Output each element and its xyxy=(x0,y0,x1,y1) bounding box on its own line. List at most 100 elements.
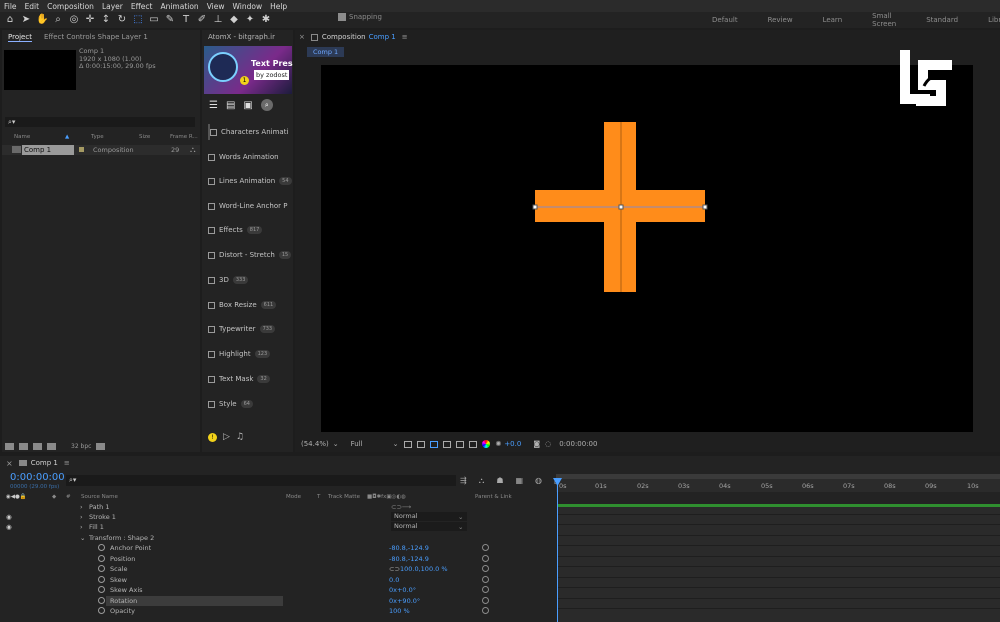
menu-window[interactable]: Window xyxy=(233,2,263,11)
prop-value[interactable]: 0x+0.0° xyxy=(389,586,416,594)
eye-icon[interactable]: ◉ xyxy=(6,513,12,521)
constrain-proportions-icon[interactable]: ⊂⊃ xyxy=(389,565,400,573)
flowchart-icon[interactable]: ⛬ xyxy=(190,145,196,155)
atomx-item-characters[interactable]: Characters Animati xyxy=(208,124,294,140)
view-icon[interactable] xyxy=(456,440,465,448)
project-item-comp1[interactable]: Comp 1 Composition 29 ⛬ xyxy=(2,145,200,155)
atomx-item-text-mask[interactable]: Text Mask 32 xyxy=(208,371,294,387)
snapping-checkbox[interactable] xyxy=(338,13,346,21)
color-channel-icon[interactable] xyxy=(482,440,491,448)
atomx-item-style[interactable]: Style 64 xyxy=(208,396,294,412)
list-icon[interactable]: ▤ xyxy=(226,100,235,111)
stopwatch-icon[interactable] xyxy=(98,607,105,614)
timeline-tab-comp1[interactable]: Comp 1 xyxy=(31,459,58,467)
lock-icon[interactable] xyxy=(310,33,318,41)
atomx-item-box-resize[interactable]: Box Resize 611 xyxy=(208,297,294,313)
blend-mode-dropdown[interactable]: Normal xyxy=(391,522,467,531)
path-link-icon[interactable]: ⊂⊃⟶ xyxy=(391,503,411,511)
composition-viewer[interactable] xyxy=(321,65,973,432)
viewer-canvas[interactable] xyxy=(321,65,973,432)
prop-value[interactable]: 0.0 xyxy=(389,576,399,584)
atomx-item-words[interactable]: Words Animation xyxy=(208,149,294,165)
sliders-icon[interactable]: ☰ xyxy=(209,100,218,111)
alert-icon[interactable]: ! xyxy=(208,432,217,442)
atomx-item-word-line-anchor[interactable]: Word-Line Anchor P xyxy=(208,198,294,214)
zoom-icon[interactable]: ⌕ xyxy=(52,14,64,26)
interpret-footage-icon[interactable] xyxy=(5,442,14,450)
new-comp-icon[interactable] xyxy=(33,442,42,450)
atomx-banner[interactable]: 1 Text Pres by zodost xyxy=(204,46,293,94)
comp-tab-name[interactable]: Comp 1 xyxy=(369,33,396,41)
path-vertex[interactable] xyxy=(618,204,624,210)
path-vertex[interactable] xyxy=(702,204,708,210)
current-time-readout[interactable]: 0:00:00:00 xyxy=(559,440,597,448)
resolution-dropdown[interactable]: Full xyxy=(351,440,363,448)
preview-icon[interactable]: ▣ xyxy=(243,100,252,111)
rotate-icon[interactable]: ↻ xyxy=(116,14,128,26)
expression-pickwhip-icon[interactable] xyxy=(482,576,489,583)
prop-stroke-1[interactable]: › Stroke 1 Normal ⌄ ◉ xyxy=(0,512,556,523)
col-mode[interactable]: Mode xyxy=(286,494,301,500)
atomx-item-typewriter[interactable]: Typewriter 733 xyxy=(208,321,294,337)
close-icon[interactable]: × xyxy=(299,33,305,41)
expand-icon[interactable]: › xyxy=(80,503,83,511)
tab-atomx[interactable]: AtomX - bitgraph.ir xyxy=(208,33,275,41)
menu-edit[interactable]: Edit xyxy=(25,2,40,11)
prop-fill-1[interactable]: › Fill 1 Normal ⌄ ◉ xyxy=(0,522,556,533)
atomx-item-distort[interactable]: Distort - Stretch 15 xyxy=(208,247,294,263)
stopwatch-icon[interactable] xyxy=(98,586,105,593)
col-track-matte[interactable]: Track Matte xyxy=(328,494,360,500)
eraser-icon[interactable]: ◆ xyxy=(228,14,240,26)
expression-pickwhip-icon[interactable] xyxy=(482,555,489,562)
tab-effect-controls[interactable]: Effect Controls Shape Layer 1 xyxy=(44,33,148,41)
chevron-down-icon[interactable]: ⌄ xyxy=(333,440,339,448)
snapshot-icon[interactable]: ◙ xyxy=(533,440,540,448)
show-snapshot-icon[interactable]: ◌ xyxy=(545,440,551,448)
close-icon[interactable]: × xyxy=(6,459,13,468)
expression-pickwhip-icon[interactable] xyxy=(482,607,489,614)
col-frame-rate[interactable]: Frame R... xyxy=(170,134,198,140)
prop-path-1[interactable]: › Path 1 ⊂⊃⟶ xyxy=(0,502,556,513)
workspace-default[interactable]: Default xyxy=(712,16,738,24)
stopwatch-icon[interactable] xyxy=(98,555,105,562)
workspace-small-screen[interactable]: Small Screen xyxy=(872,12,896,28)
play-icon[interactable]: ▷ xyxy=(223,432,230,442)
col-size[interactable]: Size xyxy=(139,134,150,140)
blend-mode-dropdown[interactable]: Normal xyxy=(391,512,467,521)
prop-transform-shape-2[interactable]: ⌄ Transform : Shape 2 xyxy=(0,533,556,544)
sort-icon[interactable]: ▲ xyxy=(65,134,69,140)
motion-blur-icon[interactable]: ◍ xyxy=(535,476,542,486)
col-name[interactable]: Name xyxy=(14,134,30,140)
chevron-down-icon[interactable]: ⌄ xyxy=(393,440,399,448)
stopwatch-icon[interactable] xyxy=(98,597,105,604)
draft-3d-icon[interactable]: ⛬ xyxy=(479,476,485,486)
guides-icon[interactable] xyxy=(443,440,452,448)
project-search-input[interactable]: ⌕▾ xyxy=(5,117,195,127)
text-icon[interactable]: T xyxy=(180,14,192,26)
zoom-dropdown[interactable]: (54.4%) xyxy=(301,440,329,448)
stopwatch-icon[interactable] xyxy=(98,576,105,583)
orbit-icon[interactable]: ◎ xyxy=(68,14,80,26)
expand-icon[interactable]: › xyxy=(80,523,83,531)
eye-icon[interactable]: ◉ xyxy=(6,523,12,531)
exposure-icon[interactable]: ✺ xyxy=(495,440,501,448)
prop-skew-axis[interactable]: Skew Axis 0x+0.0° xyxy=(0,585,556,596)
menu-composition[interactable]: Composition xyxy=(47,2,94,11)
col-type[interactable]: Type xyxy=(91,134,104,140)
puppet-icon[interactable]: ✱ xyxy=(260,14,272,26)
chevron-down-icon[interactable]: ⌄ xyxy=(458,513,463,521)
timeline-tracks[interactable] xyxy=(558,504,1000,622)
menu-layer[interactable]: Layer xyxy=(102,2,123,11)
atomx-item-lines[interactable]: Lines Animation 54 xyxy=(208,173,294,189)
atomx-item-highlight[interactable]: Highlight 123 xyxy=(208,346,294,362)
hand-icon[interactable]: ✋ xyxy=(36,14,48,26)
project-settings-icon[interactable] xyxy=(47,442,56,450)
atomx-item-effects[interactable]: Effects 817 xyxy=(208,222,294,238)
roto-icon[interactable]: ✦ xyxy=(244,14,256,26)
pan-icon[interactable]: ✛ xyxy=(84,14,96,26)
work-area-bar[interactable] xyxy=(556,474,1000,479)
menu-animation[interactable]: Animation xyxy=(160,2,198,11)
bpc-indicator[interactable]: 32 bpc xyxy=(71,443,91,450)
selection-icon[interactable]: ➤ xyxy=(20,14,32,26)
shy-icon[interactable]: ☗ xyxy=(496,476,503,486)
